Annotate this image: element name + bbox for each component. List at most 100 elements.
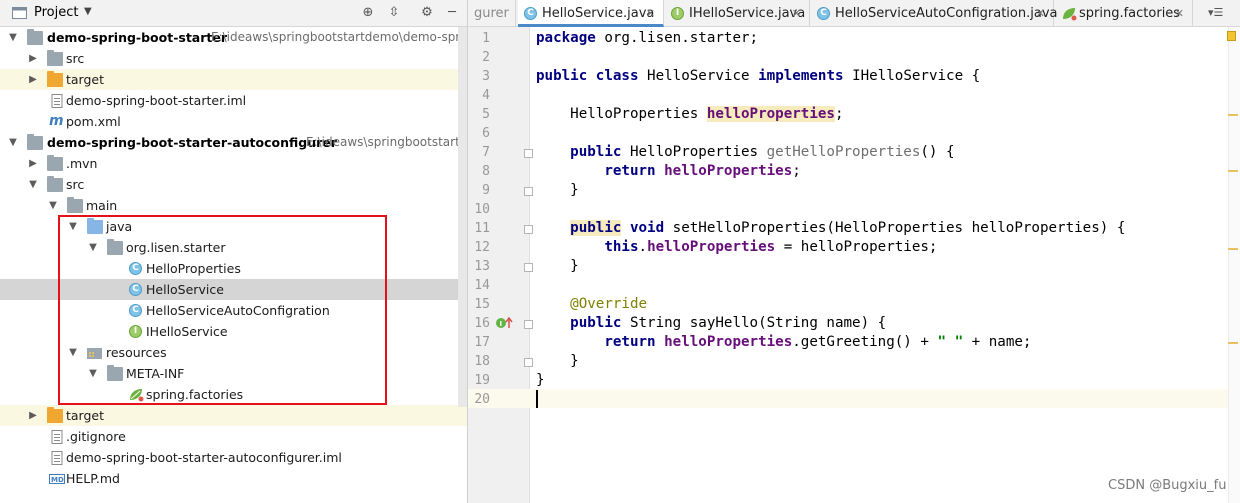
usage-marker[interactable]: [1228, 170, 1238, 172]
line-number: 2: [482, 50, 490, 65]
close-icon[interactable]: ✕: [792, 0, 801, 27]
tree-item-target[interactable]: ▶ target: [0, 405, 467, 426]
error-stripe[interactable]: [1228, 27, 1240, 503]
tree-item-label: demo-spring-boot-starter-autoconfigurer: [47, 135, 337, 150]
csdn-watermark: CSDN @Bugxiu_fu: [1108, 478, 1227, 493]
line-number: 13: [474, 259, 490, 274]
close-icon[interactable]: ✕: [646, 0, 655, 27]
line-number: 1: [482, 31, 490, 46]
fold-marker-icon[interactable]: [524, 358, 533, 367]
code-editor[interactable]: [531, 27, 1230, 503]
chevron-right-icon[interactable]: ▶: [27, 405, 39, 426]
tree-item-target[interactable]: ▶ target: [0, 69, 467, 90]
tree-item-label: java: [106, 219, 133, 234]
tree-item-java[interactable]: ▼ java: [0, 216, 467, 237]
chevron-down-icon[interactable]: ▼: [27, 174, 39, 195]
chevron-down-icon[interactable]: ▼: [87, 237, 99, 258]
line-number: 20: [474, 392, 490, 407]
line-number: 4: [482, 88, 490, 103]
fold-marker-icon[interactable]: [524, 187, 533, 196]
tree-item-label: HelloProperties: [146, 261, 241, 276]
tree-item-label: HELP.md: [66, 471, 120, 486]
tab-helloserviceautoconfigration-java[interactable]: C HelloServiceAutoConfigration.java ✕: [811, 0, 1057, 27]
tree-item-demo-spring-boot-starter[interactable]: ▼ demo-spring-boot-starter E:\ideaws\spr…: [0, 27, 467, 48]
collapse-all-icon[interactable]: ⇳: [386, 5, 402, 21]
fold-marker-icon[interactable]: [524, 149, 533, 158]
spring-leaf-icon: [130, 389, 144, 402]
tree-item-meta-inf[interactable]: ▼ META-INF: [0, 363, 467, 384]
implements-method-icon[interactable]: I: [495, 316, 513, 330]
tree-item-label: pom.xml: [66, 114, 121, 129]
tree-item-helloservice[interactable]: C HelloService: [0, 279, 467, 300]
tree-item-resources[interactable]: ▼ resources: [0, 342, 467, 363]
tab-spring-factories[interactable]: spring.factories ✕: [1055, 0, 1193, 27]
tree-item-spring-factories[interactable]: spring.factories: [0, 384, 467, 405]
chevron-down-icon[interactable]: ▼: [67, 342, 79, 363]
chevron-down-icon[interactable]: ▼: [7, 132, 19, 153]
tree-item-label: HelloService: [146, 282, 224, 297]
tree-item-help-md[interactable]: MD HELP.md: [0, 468, 467, 489]
tab-label: spring.factories: [1079, 6, 1181, 21]
close-icon[interactable]: ✕: [1036, 0, 1045, 27]
gear-icon[interactable]: ⚙: [419, 5, 435, 21]
chevron-right-icon[interactable]: ▶: [27, 69, 39, 90]
tree-item-label: demo-spring-boot-starter.iml: [66, 93, 247, 108]
fold-marker-icon[interactable]: [524, 263, 533, 272]
tab-ihelloservice-java[interactable]: I IHelloService.java ✕: [665, 0, 810, 27]
tree-item-label: target: [66, 408, 105, 423]
chevron-down-icon[interactable]: ▼: [84, 6, 92, 17]
project-title[interactable]: Project: [34, 5, 78, 20]
tab-list-menu-icon[interactable]: ▾☰: [1208, 6, 1223, 19]
line-number: 15: [474, 297, 490, 312]
chevron-down-icon[interactable]: ▼: [87, 363, 99, 384]
line-number: 6: [482, 126, 490, 141]
usage-marker[interactable]: [1228, 248, 1238, 250]
chevron-down-icon[interactable]: ▼: [67, 216, 79, 237]
inspection-warning-icon[interactable]: [1227, 31, 1236, 41]
tree-item-helloproperties[interactable]: C HelloProperties: [0, 258, 467, 279]
tab-helloservice-java[interactable]: C HelloService.java ✕: [518, 0, 664, 27]
tree-item-label: src: [66, 177, 85, 192]
tree-item-main[interactable]: ▼ main: [0, 195, 467, 216]
tab-autoconfigurer-truncated[interactable]: gurer: [468, 0, 516, 27]
module-folder-icon: [27, 134, 43, 150]
fold-marker-icon[interactable]: [524, 225, 533, 234]
maven-icon: m: [49, 113, 64, 129]
line-number: 18: [474, 354, 490, 369]
tree-item-iml[interactable]: demo-spring-boot-starter.iml: [0, 90, 467, 111]
tree-item-ihelloservice[interactable]: I IHelloService: [0, 321, 467, 342]
tree-item-label: spring.factories: [146, 387, 244, 402]
fold-marker-icon[interactable]: [524, 320, 533, 329]
line-number: 12: [474, 240, 490, 255]
tree-item-src[interactable]: ▶ src: [0, 48, 467, 69]
tree-item-src[interactable]: ▼ src: [0, 174, 467, 195]
locate-icon[interactable]: ⊕: [360, 5, 376, 21]
markdown-file-icon: MD: [49, 474, 65, 484]
tree-item-label: .gitignore: [66, 429, 126, 444]
resources-folder-icon: [87, 348, 102, 359]
usage-marker[interactable]: [1228, 114, 1238, 116]
package-icon: [107, 239, 123, 255]
tree-item-pom-xml[interactable]: m pom.xml: [0, 111, 467, 132]
tree-item-mvn[interactable]: ▶ .mvn: [0, 153, 467, 174]
usage-marker[interactable]: [1228, 342, 1238, 344]
spring-leaf-icon: [1063, 8, 1077, 21]
folder-icon: [47, 155, 63, 171]
tree-item-demo-spring-boot-starter-autoconfigurer[interactable]: ▼ demo-spring-boot-starter-autoconfigure…: [0, 132, 467, 153]
hide-panel-icon[interactable]: ─: [444, 5, 460, 21]
chevron-down-icon[interactable]: ▼: [47, 195, 59, 216]
code-line-3: public class HelloService implements IHe…: [536, 68, 981, 84]
code-line-9: }: [536, 182, 579, 198]
tree-item-org-lisen-starter[interactable]: ▼ org.lisen.starter: [0, 237, 467, 258]
chevron-right-icon[interactable]: ▶: [27, 48, 39, 69]
chevron-down-icon[interactable]: ▼: [7, 27, 19, 48]
svg-text:I: I: [500, 320, 503, 328]
tree-item-gitignore[interactable]: .gitignore: [0, 426, 467, 447]
tree-item-label: HelloServiceAutoConfigration: [146, 303, 330, 318]
svg-text:MD: MD: [51, 476, 64, 484]
line-number: 9: [482, 183, 490, 198]
tree-item-helloserviceautoconfigration[interactable]: C HelloServiceAutoConfigration: [0, 300, 467, 321]
close-icon[interactable]: ✕: [1175, 0, 1184, 27]
chevron-right-icon[interactable]: ▶: [27, 153, 39, 174]
tree-item-autoconfigurer-iml[interactable]: demo-spring-boot-starter-autoconfigurer.…: [0, 447, 467, 468]
